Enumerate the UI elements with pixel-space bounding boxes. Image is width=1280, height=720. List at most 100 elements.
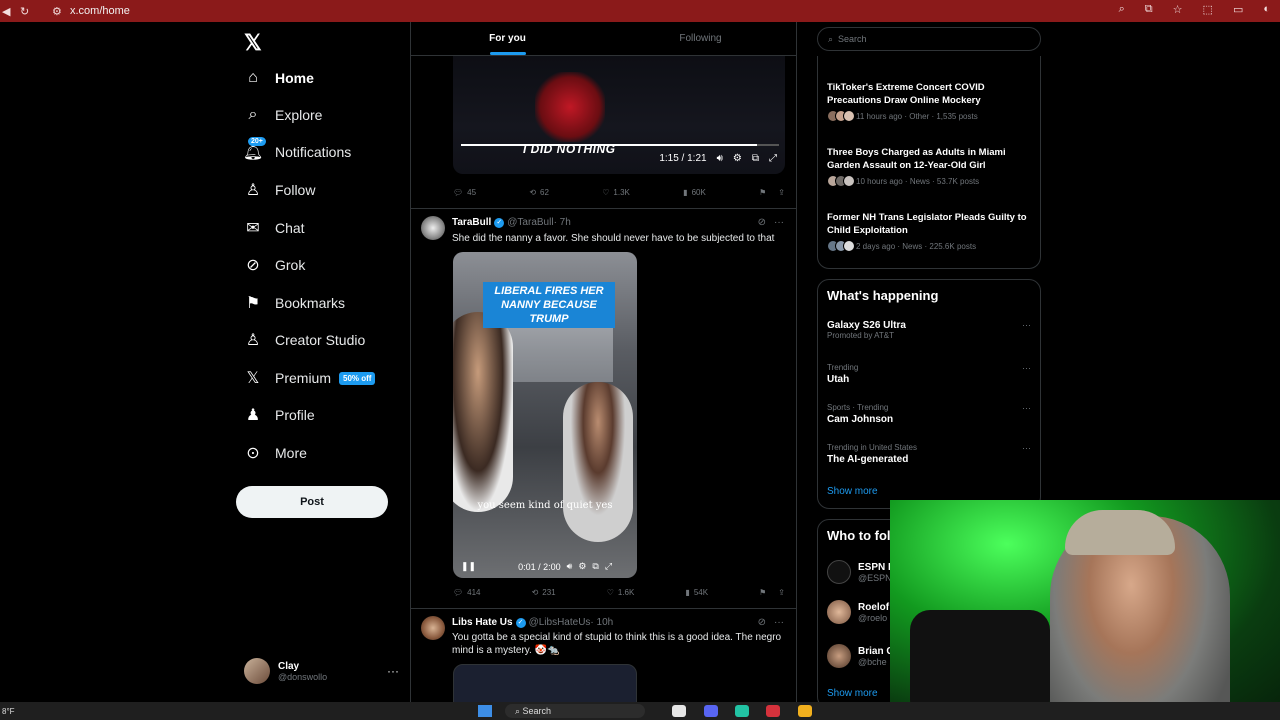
tab-following[interactable]: Following bbox=[604, 22, 796, 55]
bookmark-icon[interactable]: ⚑ bbox=[759, 588, 766, 597]
grok-icon[interactable]: ⊘ bbox=[758, 217, 766, 228]
nav-label: Creator Studio bbox=[275, 332, 366, 348]
file-explorer-icon[interactable] bbox=[672, 705, 686, 717]
trend-item[interactable]: Trending in United States The AI-generat… bbox=[827, 443, 1035, 465]
trend-item[interactable]: Galaxy S26 Ultra Promoted by AT&T ··· bbox=[827, 320, 1035, 340]
home-icon: ⌂ bbox=[248, 69, 258, 86]
news-item[interactable]: Three Boys Charged as Adults in Miami Ga… bbox=[827, 146, 1035, 187]
pip-icon[interactable]: ⧉ bbox=[592, 561, 598, 572]
more-dots-icon[interactable]: ··· bbox=[1022, 363, 1031, 373]
trend-item[interactable]: Sports · Trending Cam Johnson ··· bbox=[827, 403, 1035, 425]
volume-icon[interactable]: 🔊︎ bbox=[567, 561, 573, 572]
repost-button[interactable]: ⟲ 62 bbox=[529, 188, 549, 197]
nav-more[interactable]: ⊙ More bbox=[244, 438, 307, 468]
more-dots-icon[interactable]: ··· bbox=[1022, 443, 1031, 453]
site-settings-icon[interactable]: ⚙ bbox=[52, 5, 62, 18]
author-handle[interactable]: @LibsHateUs bbox=[529, 617, 591, 628]
bookmark-star-icon[interactable]: ☆ bbox=[1173, 3, 1183, 16]
more-dots-icon[interactable]: ··· bbox=[1022, 320, 1031, 330]
account-switcher[interactable]: Clay @donswollo ··· bbox=[244, 658, 399, 684]
tweet-time[interactable]: · 10h bbox=[590, 617, 613, 628]
more-dots-icon[interactable]: ··· bbox=[387, 664, 399, 678]
volume-icon[interactable]: 🔊︎ bbox=[717, 153, 723, 164]
discord-icon[interactable] bbox=[704, 705, 718, 717]
settings-icon[interactable]: ⚙ bbox=[578, 561, 586, 572]
app-icon[interactable] bbox=[735, 705, 749, 717]
video-progress-bar[interactable] bbox=[461, 144, 779, 146]
fullscreen-icon[interactable]: ⤢ bbox=[605, 561, 612, 572]
nav-chat[interactable]: ✉ Chat bbox=[244, 213, 304, 243]
windows-start-icon[interactable] bbox=[478, 705, 492, 717]
install-icon[interactable]: ⧉ bbox=[1145, 3, 1153, 16]
weather-widget[interactable]: 8°F bbox=[2, 707, 15, 716]
repost-count: 62 bbox=[540, 188, 549, 197]
reply-button[interactable]: 💬︎ 45 bbox=[453, 188, 476, 197]
share-icon[interactable]: ⇪ bbox=[778, 588, 785, 597]
tab-for-you[interactable]: For you bbox=[411, 22, 604, 55]
nav-notifications[interactable]: 🔔︎ 20+ Notifications bbox=[243, 137, 351, 167]
more-dots-icon[interactable]: ··· bbox=[774, 217, 784, 228]
nav-label: Home bbox=[275, 70, 314, 86]
trend-item[interactable]: Trending Utah ··· bbox=[827, 363, 1035, 385]
show-more-link[interactable]: Show more bbox=[827, 486, 878, 497]
share-icon[interactable]: ⇪ bbox=[778, 188, 785, 197]
tweet-time[interactable]: · 7h bbox=[554, 217, 571, 228]
video-time: 0:01 / 2:00 bbox=[518, 561, 561, 572]
post-button[interactable]: Post bbox=[236, 486, 388, 518]
repost-button[interactable]: ⟲ 231 bbox=[532, 588, 556, 597]
bookmark-icon[interactable]: ⚑ bbox=[759, 188, 766, 197]
follow-suggestion[interactable]: ESPN B @ESPN bbox=[827, 560, 895, 584]
like-button[interactable]: ♡ 1.6K bbox=[607, 588, 635, 597]
reload-icon[interactable]: ↻ bbox=[20, 5, 29, 18]
fullscreen-icon[interactable]: ⤢ bbox=[769, 153, 777, 164]
url-text[interactable]: x.com/home bbox=[70, 5, 130, 17]
whats-happening-card: What's happening Galaxy S26 Ultra Promot… bbox=[817, 279, 1041, 509]
avatar[interactable] bbox=[421, 616, 445, 640]
nav-creator-studio[interactable]: ♙ Creator Studio bbox=[244, 325, 365, 355]
pip-icon[interactable]: ⧉ bbox=[752, 153, 759, 164]
video-player[interactable]: I DID NOTHING 1:15 / 1:21 🔊︎ ⚙ ⧉ ⤢ bbox=[453, 56, 785, 174]
news-item[interactable]: TikToker's Extreme Concert COVID Precaut… bbox=[827, 81, 1035, 122]
tweet-media[interactable] bbox=[453, 664, 637, 702]
show-more-link[interactable]: Show more bbox=[827, 688, 878, 699]
profile-icon[interactable]: ◐ bbox=[1263, 3, 1270, 16]
like-button[interactable]: ♡ 1.3K bbox=[602, 188, 630, 197]
views-button[interactable]: ▮ 60K bbox=[683, 188, 706, 197]
sidebar-icon[interactable]: ▭ bbox=[1233, 3, 1243, 16]
author-handle[interactable]: @TaraBull bbox=[507, 217, 553, 228]
back-icon[interactable]: ◀ bbox=[2, 5, 10, 18]
extensions-icon[interactable]: ⬚ bbox=[1203, 3, 1213, 16]
reply-button[interactable]: 💬︎ 414 bbox=[453, 588, 481, 597]
nav-premium[interactable]: 𝕏 Premium 50% off bbox=[244, 363, 376, 393]
view-count: 60K bbox=[691, 188, 706, 197]
search-input[interactable]: ⌕ Search bbox=[817, 27, 1041, 51]
nav-follow[interactable]: ♙ Follow bbox=[244, 175, 316, 205]
x-logo-icon[interactable]: 𝕏 bbox=[244, 30, 262, 56]
grok-icon[interactable]: ⊘ bbox=[758, 617, 766, 628]
nav-label: Profile bbox=[275, 407, 315, 423]
chrome-icon[interactable] bbox=[798, 705, 812, 717]
news-meta: 11 hours ago · Other · 1,535 posts bbox=[856, 111, 978, 121]
nav-grok[interactable]: ⊘ Grok bbox=[244, 250, 305, 280]
zoom-icon[interactable]: ⌕ bbox=[1119, 3, 1125, 16]
pause-icon[interactable]: ❚❚ bbox=[461, 561, 476, 572]
nav-home[interactable]: ⌂ Home bbox=[244, 63, 314, 93]
author-name[interactable]: Libs Hate Us bbox=[452, 617, 513, 628]
follow-suggestion[interactable]: Roelof @roelo bbox=[827, 600, 889, 624]
more-dots-icon[interactable]: ··· bbox=[774, 617, 784, 628]
taskbar-search[interactable]: ⌕ Search bbox=[505, 704, 645, 718]
nav-profile[interactable]: ♟ Profile bbox=[244, 400, 315, 430]
video-frame bbox=[453, 312, 513, 512]
suggestion-name: Roelof bbox=[858, 601, 890, 613]
settings-icon[interactable]: ⚙ bbox=[733, 153, 742, 164]
video-player[interactable]: LIBERAL FIRES HER NANNY BECAUSE TRUMP yo… bbox=[453, 252, 637, 578]
follow-suggestion[interactable]: Brian C @bche bbox=[827, 644, 894, 668]
app-icon[interactable] bbox=[766, 705, 780, 717]
avatar[interactable] bbox=[421, 216, 445, 240]
more-dots-icon[interactable]: ··· bbox=[1022, 403, 1031, 413]
news-item[interactable]: Former NH Trans Legislator Pleads Guilty… bbox=[827, 211, 1035, 252]
views-button[interactable]: ▮ 54K bbox=[685, 588, 708, 597]
nav-explore[interactable]: ⌕ Explore bbox=[244, 100, 323, 130]
author-name[interactable]: TaraBull bbox=[452, 217, 491, 228]
nav-bookmarks[interactable]: ⚑ Bookmarks bbox=[244, 288, 345, 318]
